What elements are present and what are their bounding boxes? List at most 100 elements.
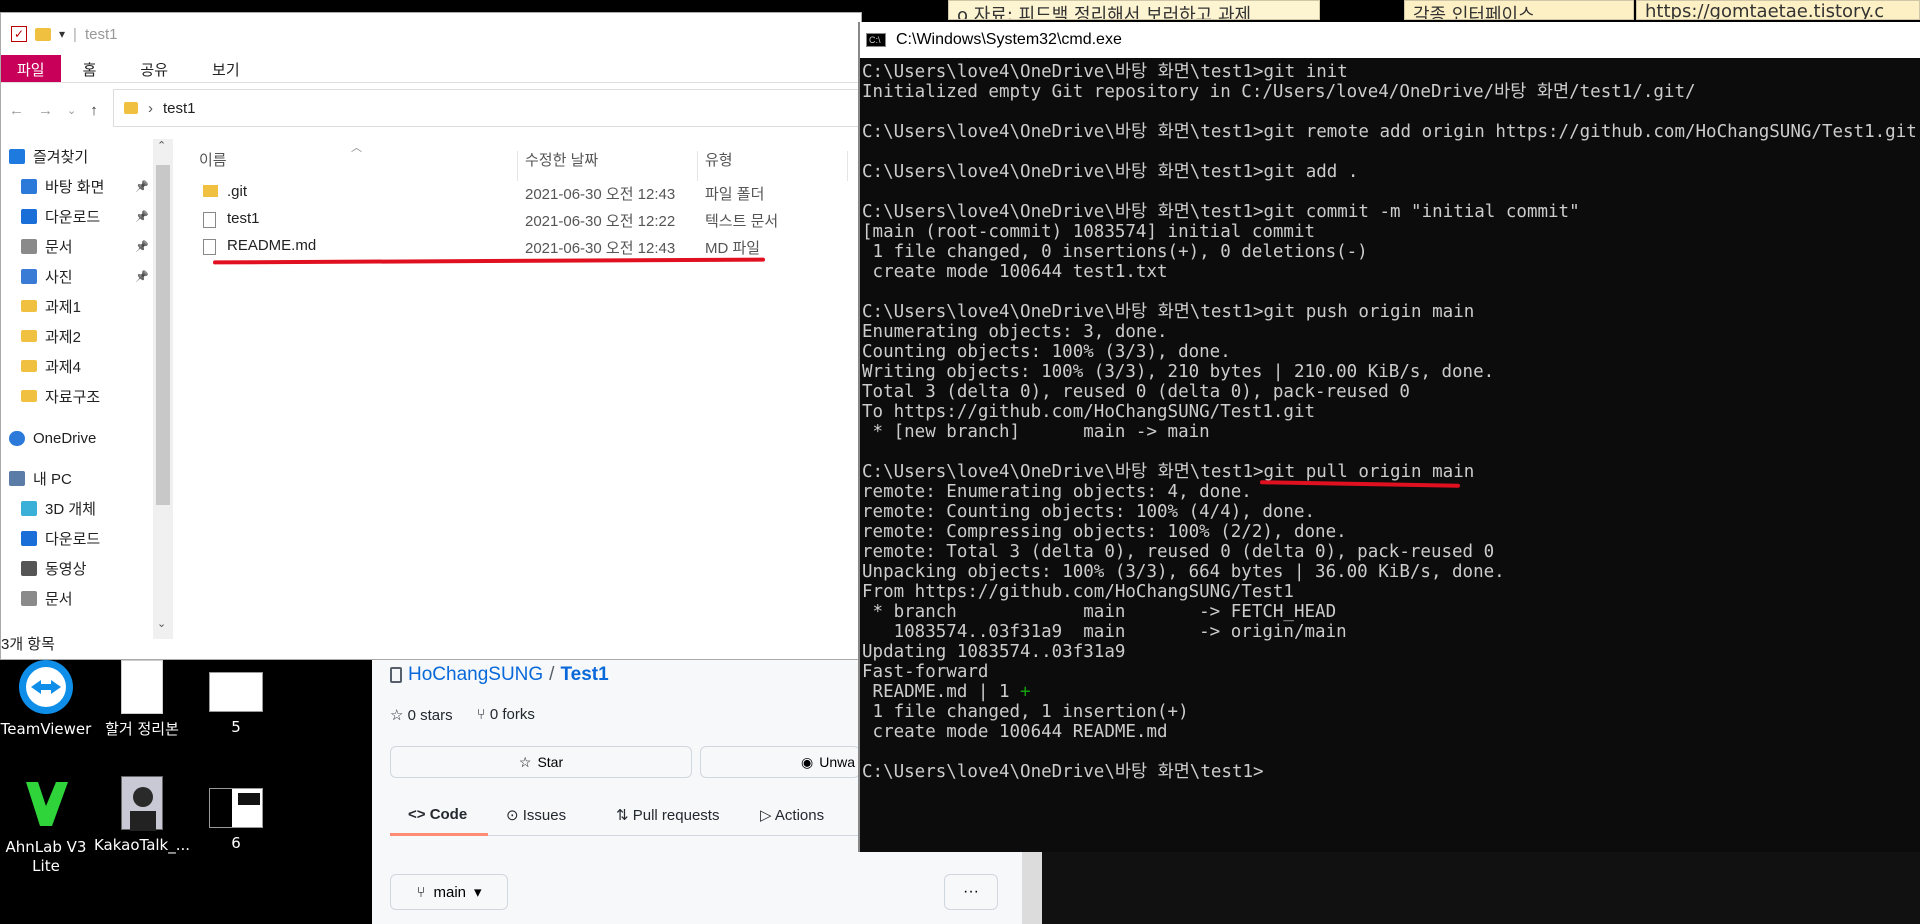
pin-icon[interactable]: 📌 (135, 180, 149, 193)
quick-access-dropdown-icon[interactable]: ▾ (59, 27, 65, 41)
cmd-line-text: Updating 1083574..03f31a9 (862, 642, 1126, 662)
tab-home[interactable]: 홈 (61, 55, 119, 82)
desktop-icon-kakaotalk[interactable]: KakaoTalk_... (92, 776, 192, 855)
branch-label: main (433, 883, 466, 901)
scroll-down-icon[interactable]: ⌄ (157, 617, 166, 630)
github-scrollbar[interactable] (1022, 844, 1042, 924)
cmd-line-text: Counting objects: 100% (3/3), done. (862, 342, 1231, 362)
cmd-line: create mode 100644 test1.txt (862, 262, 1918, 282)
cmd-line-text: C:\Users\love4\OneDrive\바탕 화면\test1>git … (862, 122, 1917, 142)
branch-selector[interactable]: ⑂ main ▾ (390, 874, 508, 910)
file-row[interactable]: README.md 2021-06-30 오전 12:43 MD 파일 (187, 233, 863, 260)
nav-item[interactable]: 과제1 (21, 291, 81, 321)
pin-icon[interactable]: 📌 (135, 240, 149, 253)
ribbon-tabs: 파일 홈 공유 보기 (1, 55, 861, 83)
column-divider[interactable] (517, 151, 518, 181)
desktop-icon-label: 6 (231, 834, 241, 852)
unwatch-button[interactable]: ◉ Unwa (700, 746, 860, 778)
nav-item[interactable]: 동영상 (21, 553, 86, 583)
file-row[interactable]: .git 2021-06-30 오전 12:43 파일 폴더 (187, 179, 863, 206)
desktop-icon-6[interactable]: 6 (186, 776, 286, 853)
forward-arrow-icon[interactable]: → (38, 102, 53, 119)
nav-item[interactable]: 내 PC (9, 463, 72, 493)
repo-name-link[interactable]: Test1 (560, 664, 608, 686)
document-icon (121, 660, 163, 714)
desktop-icon (21, 178, 37, 194)
tab-actions[interactable]: ▷ Actions (760, 806, 824, 824)
checkbox-icon[interactable]: ✓ (11, 26, 27, 42)
tab-pull-requests-label: Pull requests (632, 807, 720, 824)
back-arrow-icon[interactable]: ← (9, 102, 24, 119)
column-type[interactable]: 유형 (705, 149, 733, 170)
nav-item[interactable]: 문서 📌 (21, 231, 149, 261)
download-icon (21, 208, 37, 224)
desktop-icon-ahnlab[interactable]: AhnLab V3 Lite (0, 776, 96, 876)
stars-count[interactable]: ☆ 0 stars (390, 706, 453, 724)
breadcrumb-chevron-icon: › (148, 99, 153, 117)
nav-item[interactable]: 과제2 (21, 321, 81, 351)
address-bar[interactable]: › test1 (113, 89, 863, 127)
nav-item-label: 문서 (45, 590, 73, 608)
pin-icon[interactable]: 📌 (135, 210, 149, 223)
more-button[interactable]: ··· (944, 874, 998, 910)
nav-item-label: 과제1 (45, 298, 81, 316)
desktop-icon-label: TeamViewer (0, 720, 92, 738)
file-list-header: 이름 ︿ 수정한 날짜 유형 (187, 139, 863, 179)
scroll-up-icon[interactable]: ⌃ (157, 139, 166, 152)
chevron-down-icon[interactable]: ⌄ (67, 104, 76, 117)
up-arrow-icon[interactable]: ↑ (90, 102, 98, 119)
tab-file[interactable]: 파일 (1, 55, 61, 82)
scrollbar-thumb[interactable] (156, 165, 170, 505)
tab-code[interactable]: <> Code (408, 806, 467, 823)
nav-item[interactable]: 다운로드 (21, 523, 100, 553)
nav-item[interactable]: 자료구조 (21, 381, 100, 411)
nav-item[interactable]: 3D 개체 (21, 493, 96, 523)
cmd-line-text: create mode 100644 test1.txt (862, 262, 1168, 282)
tab-view[interactable]: 보기 (190, 55, 262, 82)
nav-item-label: 과제4 (45, 358, 81, 376)
cmd-line-text: C:\Users\love4\OneDrive\바탕 화면\test1> (862, 762, 1264, 782)
cmd-output[interactable]: C:\Users\love4\OneDrive\바탕 화면\test1>git … (860, 58, 1920, 786)
cmd-line: C:\Users\love4\OneDrive\바탕 화면\test1>git … (862, 122, 1918, 142)
background-tab-3[interactable]: https://gomtaetae.tistory.c (1636, 0, 1920, 20)
cmd-line-text: [main (root-commit) 1083574] initial com… (862, 222, 1316, 242)
tab-pull-requests[interactable]: ⇅ Pull requests (616, 806, 719, 824)
teamviewer-icon (19, 660, 73, 714)
nav-item[interactable]: 과제4 (21, 351, 81, 381)
column-modified[interactable]: 수정한 날짜 (525, 149, 598, 170)
desktop-icon-teamviewer[interactable]: TeamViewer (0, 660, 96, 739)
nav-item[interactable]: 다운로드 📌 (21, 201, 149, 231)
forks-count[interactable]: ⑂ 0 forks (477, 706, 535, 724)
nav-item[interactable]: 즐겨찾기 (9, 141, 88, 171)
cmd-line-text: C:\Users\love4\OneDrive\바탕 화면\test1>git … (862, 202, 1580, 222)
nav-item-label: 다운로드 (45, 530, 101, 548)
pin-icon[interactable]: 📌 (135, 270, 149, 283)
column-divider[interactable] (847, 151, 848, 181)
tab-code-underline (390, 833, 488, 836)
diff-plus-marker: + (1020, 682, 1031, 702)
tab-share[interactable]: 공유 (118, 55, 190, 82)
desktop-icon-5[interactable]: 5 (186, 660, 286, 737)
branch-icon: ⑂ (416, 883, 426, 901)
navigation-scrollbar[interactable]: ⌃ ⌄ (153, 139, 173, 639)
column-divider[interactable] (697, 151, 698, 181)
cmd-line: C:\Users\love4\OneDrive\바탕 화면\test1>git … (862, 62, 1918, 82)
desktop-icon-label: KakaoTalk_... (93, 836, 191, 854)
desktop-icon-todo[interactable]: 할거 정리본 (92, 660, 192, 739)
nav-item[interactable]: 바탕 화면 📌 (21, 171, 149, 201)
star-button[interactable]: ☆ Star (390, 746, 692, 778)
background-tab-2[interactable]: 각종 인터페이스 (1404, 0, 1634, 20)
cmd-line-text: Writing objects: 100% (3/3), 210 bytes |… (862, 362, 1495, 382)
cmd-line (862, 142, 1918, 162)
repo-owner-link[interactable]: HoChangSUNG (408, 664, 543, 686)
cmd-line-text: * [new branch] main -> main (862, 422, 1210, 442)
column-name[interactable]: 이름 (199, 149, 227, 170)
nav-item[interactable]: 문서 (21, 583, 73, 613)
file-type: MD 파일 (705, 240, 761, 257)
file-row[interactable]: test1 2021-06-30 오전 12:22 텍스트 문서 (187, 206, 863, 233)
tab-issues[interactable]: ⊙ Issues (506, 806, 566, 824)
background-tab-1[interactable]: o 자료: 피드백 정리해서 보러하고 과제 (948, 0, 1320, 20)
cmd-line: Updating 1083574..03f31a9 (862, 642, 1918, 662)
nav-item[interactable]: 사진 📌 (21, 261, 149, 291)
nav-item[interactable]: OneDrive (9, 423, 96, 453)
